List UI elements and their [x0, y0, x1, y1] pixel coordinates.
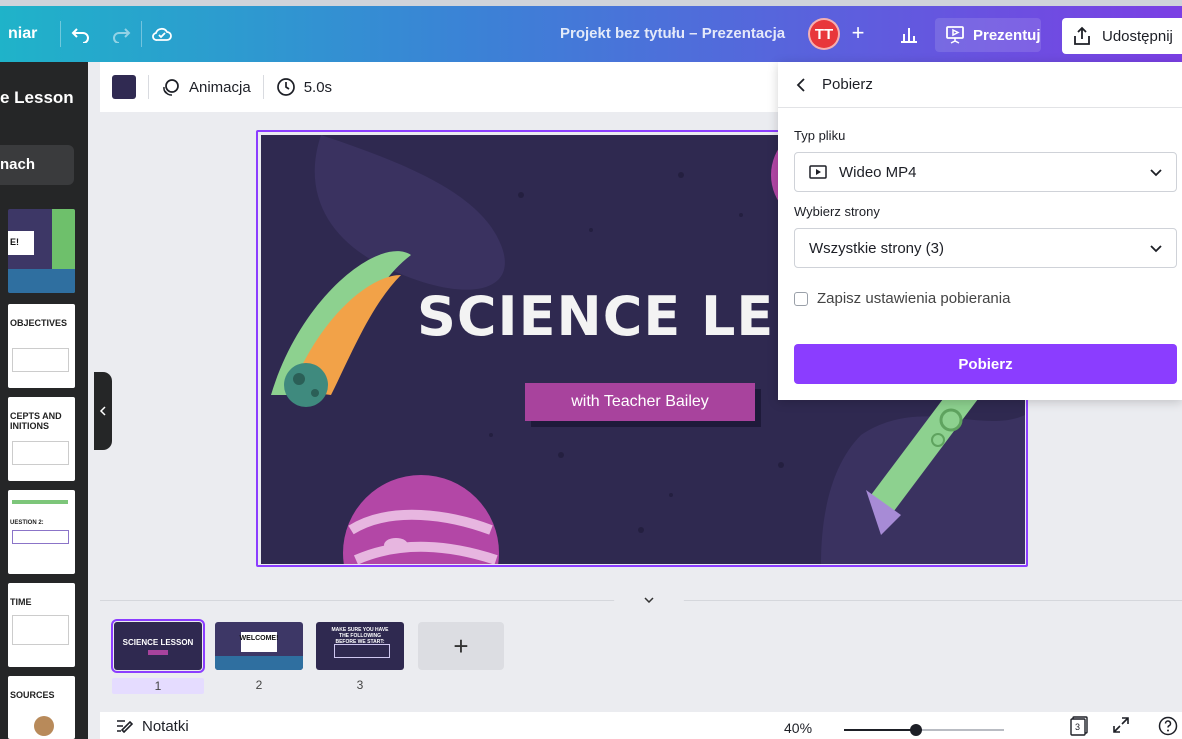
- page-thumbnail-2[interactable]: WELCOME!: [215, 622, 303, 670]
- present-icon: [946, 26, 964, 44]
- avatar-initials: TT: [814, 25, 834, 43]
- side-panel: e Lesson nach E! OBJECTIVES CEPTS AND IN…: [0, 62, 88, 739]
- avatar[interactable]: TT: [808, 18, 840, 50]
- template-thumbnail[interactable]: SOURCES: [8, 676, 75, 739]
- template-thumbnail-title: UESTION 2:: [10, 520, 44, 526]
- canva-editor: niar Projekt bez tytułu – Prezentacja TT…: [0, 0, 1182, 739]
- share-button[interactable]: Udostępnij: [1062, 18, 1182, 54]
- divider: [148, 75, 149, 99]
- page-count-icon[interactable]: 3: [1068, 716, 1090, 739]
- duration-button[interactable]: 5.0s: [276, 77, 332, 97]
- chevron-left-icon: [99, 406, 106, 416]
- template-thumbnail[interactable]: UESTION 2:: [8, 490, 75, 574]
- redo-icon[interactable]: [101, 25, 141, 43]
- notes-icon: [117, 720, 134, 734]
- document-title[interactable]: Projekt bez tytułu – Prezentacja: [560, 6, 785, 62]
- template-thumbnail[interactable]: E!: [8, 209, 75, 293]
- pages-select[interactable]: Wszystkie strony (3): [794, 228, 1177, 268]
- download-panel-header: Pobierz: [778, 62, 1182, 108]
- top-bar: niar Projekt bez tytułu – Prezentacja TT…: [0, 0, 1182, 62]
- collapse-panel-button[interactable]: [94, 372, 112, 450]
- present-label: Prezentuj: [973, 26, 1041, 44]
- home-label: niar: [8, 25, 38, 42]
- filmstrip-toggle[interactable]: [614, 592, 684, 608]
- file-type-select[interactable]: Wideo MP4: [794, 152, 1177, 192]
- help-icon[interactable]: [1158, 716, 1178, 739]
- zoom-level[interactable]: 40%: [784, 720, 812, 736]
- template-thumbnail[interactable]: CEPTS AND INITIONS: [8, 397, 75, 481]
- chevron-down-icon: [644, 597, 654, 604]
- animation-label: Animacja: [189, 78, 251, 96]
- top-bar-left: niar: [0, 6, 182, 62]
- page-thumbnail-1[interactable]: SCIENCE LESSON: [111, 619, 205, 673]
- present-button[interactable]: Prezentuj: [935, 18, 1041, 52]
- bottom-bar: Notatki 40% 3: [100, 712, 1182, 739]
- template-thumbnail[interactable]: TIME: [8, 583, 75, 667]
- template-thumbnail-title: CEPTS AND INITIONS: [10, 411, 62, 431]
- side-panel-button[interactable]: nach: [0, 145, 74, 185]
- animation-icon: [163, 79, 179, 96]
- page-thumbnail-caption: SCIENCE LESSON: [122, 638, 194, 647]
- page-thumbnail-caption: MAKE SURE YOU HAVE THE FOLLOWING BEFORE …: [331, 627, 389, 645]
- notes-label: Notatki: [142, 718, 189, 735]
- download-button[interactable]: Pobierz: [794, 344, 1177, 384]
- share-icon: [1074, 26, 1090, 45]
- chevron-down-icon: [1150, 240, 1162, 256]
- video-file-icon: [809, 165, 827, 179]
- thumbnail-text-box: [12, 441, 69, 465]
- add-page-button[interactable]: +: [418, 622, 504, 670]
- save-settings-label: Zapisz ustawienia pobierania: [817, 290, 1011, 307]
- page-number: 2: [255, 678, 263, 692]
- page-number: 1: [112, 678, 204, 694]
- page-count: 3: [1075, 722, 1081, 732]
- side-panel-title: e Lesson: [0, 88, 74, 107]
- pages-label: Wybierz strony: [794, 204, 880, 219]
- thumbnail-text-box: [12, 530, 69, 544]
- template-thumbnail-title: SOURCES: [10, 690, 55, 700]
- download-panel-title: Pobierz: [822, 76, 873, 93]
- back-arrow-icon[interactable]: [796, 77, 806, 92]
- chevron-down-icon: [1150, 164, 1162, 180]
- zoom-slider-handle[interactable]: [910, 724, 922, 736]
- add-collaborator-button[interactable]: +: [848, 20, 868, 46]
- page-thumbnail-caption: WELCOME!: [239, 635, 279, 642]
- page-thumbnail-3[interactable]: MAKE SURE YOU HAVE THE FOLLOWING BEFORE …: [316, 622, 404, 670]
- share-label: Udostępnij: [1102, 27, 1173, 45]
- zoom-slider[interactable]: [844, 724, 1004, 736]
- template-thumbnail-title: E!: [10, 237, 19, 247]
- checkbox-box[interactable]: [794, 291, 808, 306]
- save-settings-checkbox[interactable]: Zapisz ustawienia pobierania: [794, 290, 1010, 307]
- pages-value: Wszystkie strony (3): [809, 239, 945, 257]
- divider: [262, 75, 264, 99]
- cloud-check-icon[interactable]: [142, 25, 182, 43]
- animation-button[interactable]: Animacja: [161, 77, 251, 97]
- slide-subtitle[interactable]: with Teacher Bailey: [525, 383, 755, 421]
- thumbnail-text-box: [12, 615, 69, 645]
- clock-icon: [276, 78, 295, 96]
- insights-icon[interactable]: [893, 18, 925, 50]
- fullscreen-icon[interactable]: [1112, 716, 1130, 739]
- file-type-label: Typ pliku: [794, 128, 846, 143]
- zoom-slider-fill: [844, 729, 916, 731]
- template-thumbnail[interactable]: OBJECTIVES: [8, 304, 75, 388]
- notes-button[interactable]: Notatki: [116, 718, 189, 735]
- thumbnail-text-box: [12, 348, 69, 372]
- template-thumbnail-title: OBJECTIVES: [10, 318, 68, 328]
- home-button[interactable]: niar: [0, 6, 60, 62]
- page-number: 3: [356, 678, 364, 692]
- template-thumbnail-title: TIME: [10, 597, 32, 607]
- download-panel: Pobierz Typ pliku Wideo MP4 Wybierz stro…: [778, 62, 1182, 400]
- file-type-value: Wideo MP4: [839, 163, 917, 181]
- undo-icon[interactable]: [61, 25, 101, 43]
- background-color-swatch[interactable]: [112, 75, 136, 99]
- duration-label: 5.0s: [303, 78, 333, 96]
